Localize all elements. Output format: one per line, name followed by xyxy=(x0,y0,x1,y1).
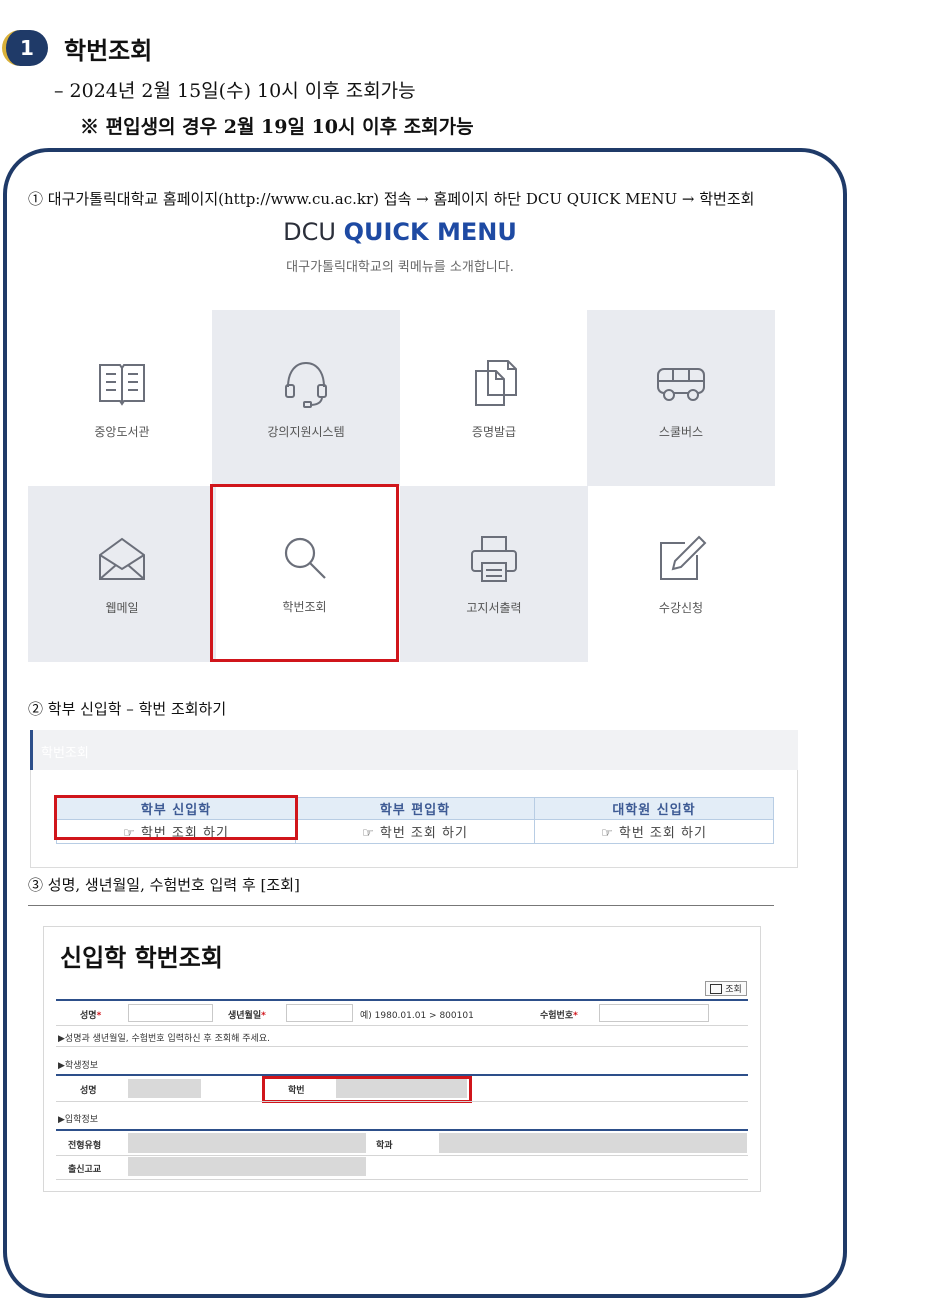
query-icon xyxy=(710,983,723,994)
high-school-label: 출신고교 xyxy=(68,1165,102,1175)
tile-invoice-print[interactable]: 고지서출력 xyxy=(400,486,588,662)
student-info-heading: ▶학생정보 xyxy=(58,1061,99,1071)
birth-label-text: 생년월일 xyxy=(228,1011,262,1021)
availability-date-text: – 2024년 2월 15일(수) 10시 이후 조회가능 xyxy=(54,80,416,102)
quick-menu-subtitle: 대구가톨릭대학교의 퀵메뉴를 소개합니다. xyxy=(286,260,514,275)
step3-instruction: ③ 성명, 생년월일, 수험번호 입력 후 [조회] xyxy=(28,876,300,894)
mail-icon xyxy=(99,537,145,580)
required-mark: * xyxy=(96,1011,102,1021)
tile-library[interactable]: 중앙도서관 xyxy=(28,310,216,486)
birthdate-input[interactable] xyxy=(286,1004,353,1022)
tile-course-registration[interactable]: 수강신청 xyxy=(587,486,775,662)
birthdate-example: 예) 1980.01.01 > 800101 xyxy=(360,1011,474,1021)
tile-label: 증명발급 xyxy=(471,424,517,439)
tile-label: 중앙도서관 xyxy=(94,424,150,439)
row-divider xyxy=(56,1155,748,1156)
form-notice: ▶성명과 생년월일, 수험번호 입력하신 후 조회해 주세요. xyxy=(58,1034,270,1044)
lookup-panel-heading: 학번조회 xyxy=(30,730,798,770)
tile-label: 스쿨버스 xyxy=(658,424,704,439)
section-rule xyxy=(56,1129,748,1131)
department-label: 학과 xyxy=(376,1141,393,1151)
query-button[interactable]: 조회 xyxy=(705,981,747,996)
tile-student-id-lookup[interactable]: 학번조회 xyxy=(210,484,399,662)
department-value xyxy=(439,1133,747,1153)
row-divider xyxy=(56,1179,748,1180)
required-mark: * xyxy=(573,1011,578,1021)
admission-type-value xyxy=(128,1133,366,1153)
column-undergrad-transfer: 학부 편입학 xyxy=(295,797,535,820)
section-number-badge: 1 xyxy=(2,30,48,66)
required-mark: * xyxy=(261,1011,266,1021)
row-divider xyxy=(56,1046,748,1047)
student-name-value xyxy=(128,1079,201,1098)
query-button-label: 조회 xyxy=(725,985,742,995)
lookup-link-undergrad-transfer[interactable]: ☞ 학번 조회 하기 xyxy=(295,819,535,844)
highlight-box-freshman xyxy=(54,795,298,840)
step2-instruction: ② 학부 신입학 – 학번 조회하기 xyxy=(28,700,227,718)
transfer-note-text: ※ 편입생의 경우 2월 19일 10시 이후 조회가능 xyxy=(80,116,474,138)
row-divider xyxy=(56,1101,748,1102)
name-label: 성명* xyxy=(80,1008,101,1021)
form-top-rule xyxy=(56,999,748,1001)
quick-menu-title-highlight: QUICK MENU xyxy=(343,218,517,246)
admission-info-heading: ▶입학정보 xyxy=(58,1115,99,1125)
exam-number-label: 수험번호* xyxy=(540,1008,578,1021)
divider xyxy=(28,905,774,906)
tile-school-bus[interactable]: 스쿨버스 xyxy=(587,310,775,486)
tile-webmail[interactable]: 웹메일 xyxy=(28,486,216,662)
quick-menu-title-prefix: DCU xyxy=(283,218,336,246)
column-graduate-freshman: 대학원 신입학 xyxy=(534,797,774,820)
name-input[interactable] xyxy=(128,1004,213,1022)
bus-icon xyxy=(657,367,705,401)
birth-label: 생년월일* xyxy=(228,1008,266,1021)
lookup-link-graduate-freshman[interactable]: ☞ 학번 조회 하기 xyxy=(534,819,774,844)
documents-icon xyxy=(475,359,517,406)
name-label-text: 성명 xyxy=(80,1011,97,1021)
student-name-label: 성명 xyxy=(80,1086,97,1096)
admission-type-label: 전형유형 xyxy=(68,1141,102,1151)
form-title: 신입학 학번조회 xyxy=(60,944,223,972)
tile-label: 강의지원시스템 xyxy=(267,424,345,439)
exam-number-label-text: 수험번호 xyxy=(540,1011,574,1021)
tile-label: 고지서출력 xyxy=(466,600,522,615)
edit-icon xyxy=(660,535,707,580)
step1-instruction: ① 대구가톨릭대학교 홈페이지(http://www.cu.ac.kr) 접속 … xyxy=(28,190,755,208)
exam-number-input[interactable] xyxy=(599,1004,709,1022)
tile-label: 수강신청 xyxy=(658,600,704,615)
quick-menu-title: DCU QUICK MENU xyxy=(0,218,800,246)
high-school-value xyxy=(128,1157,366,1176)
tile-label: 학번조회 xyxy=(282,599,327,614)
book-icon xyxy=(99,363,145,406)
tile-label: 웹메일 xyxy=(105,600,139,615)
headset-icon xyxy=(285,361,327,408)
tile-certificates[interactable]: 증명발급 xyxy=(400,310,588,486)
row-divider xyxy=(56,1025,748,1026)
search-icon xyxy=(284,537,326,579)
tile-lecture-system[interactable]: 강의지원시스템 xyxy=(212,310,400,486)
printer-icon xyxy=(471,535,517,582)
highlight-box-student-id xyxy=(262,1076,472,1103)
page-title: 학번조회 xyxy=(64,36,153,65)
